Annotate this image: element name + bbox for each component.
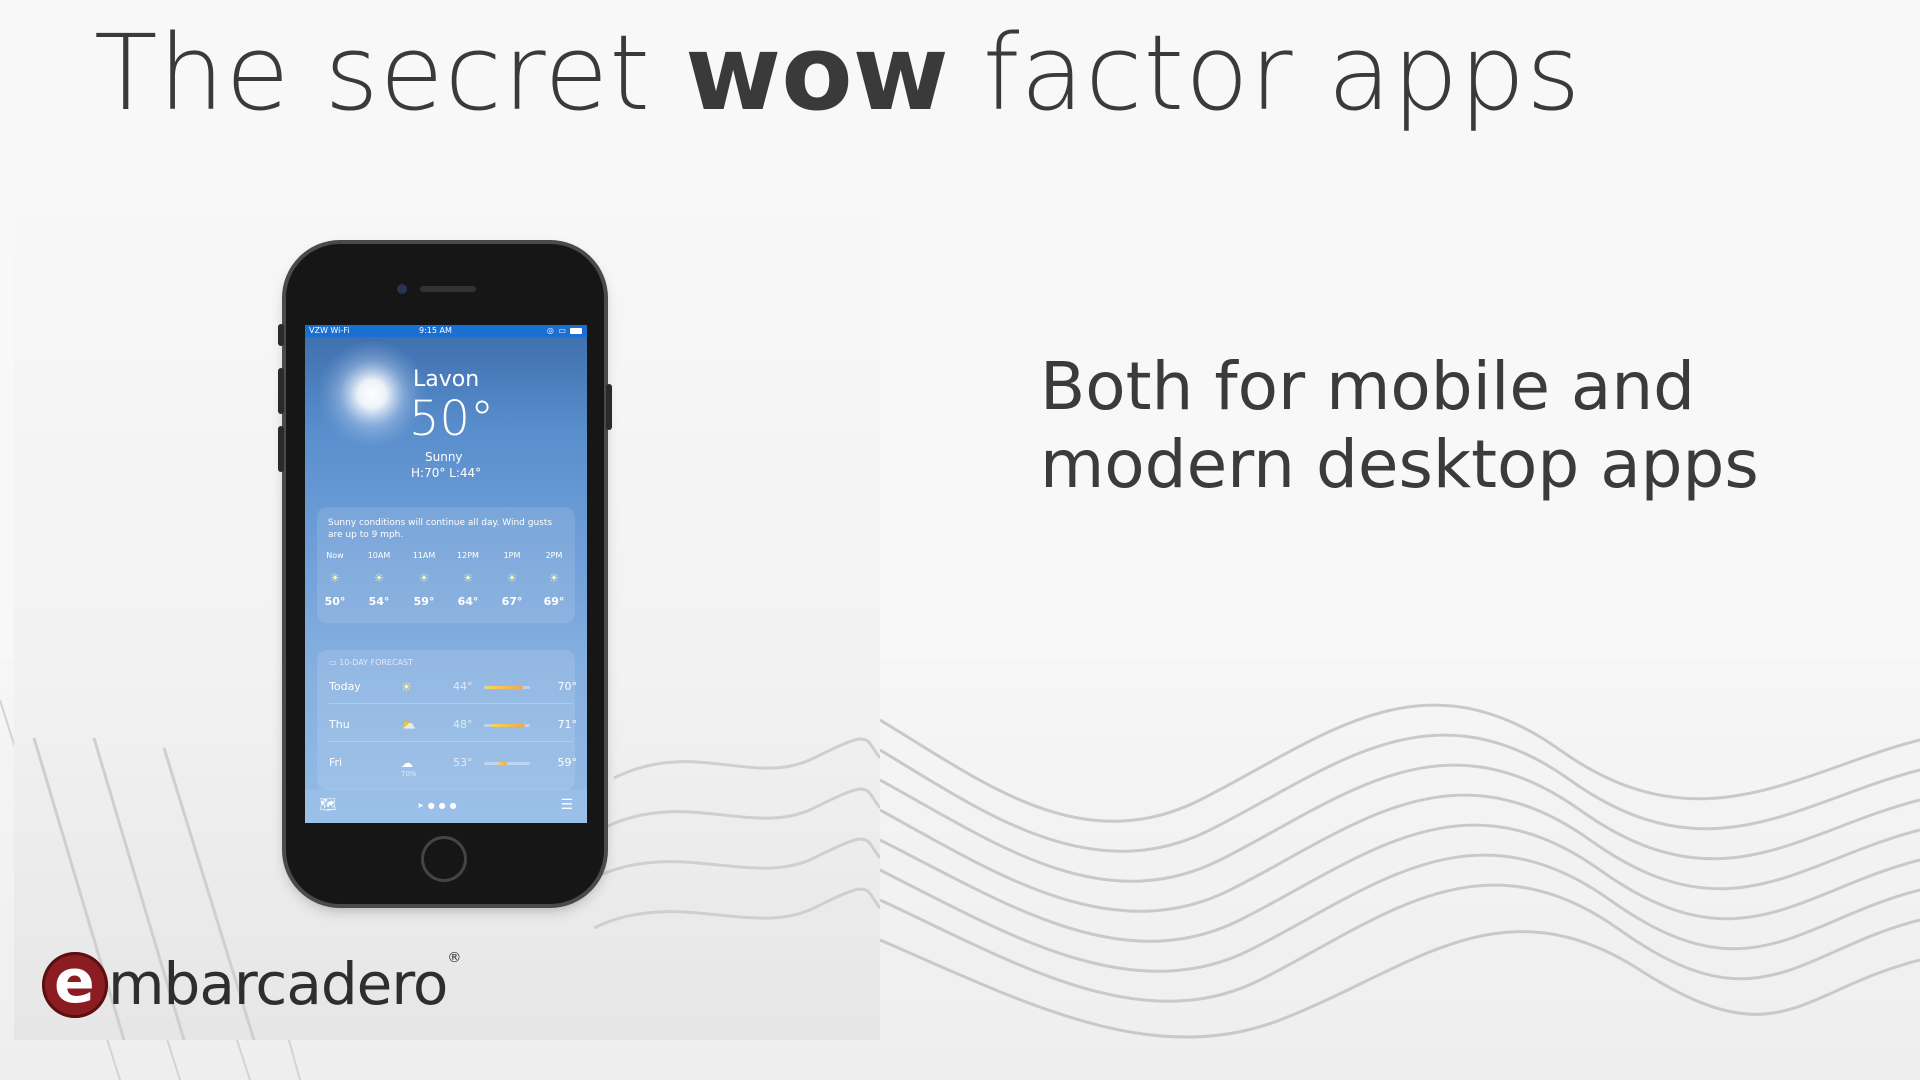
volume-down-button <box>278 426 284 472</box>
power-button <box>606 384 612 430</box>
mute-switch <box>278 324 284 346</box>
temp-range-bar <box>484 762 530 765</box>
high-low-label: H:70° L:44° <box>411 466 482 480</box>
hour-temp: 54° <box>368 595 390 608</box>
front-camera <box>397 284 407 294</box>
hour-temp: 50° <box>324 595 346 608</box>
city-name: Lavon <box>413 367 480 392</box>
forecast-day: Today <box>329 680 361 693</box>
weather-app-screen: VZW Wi-Fi 9:15 AM ◎ ▭ Lavon 50° Sunny H:… <box>305 325 587 823</box>
temp-range-fill <box>490 724 526 727</box>
hour-label: Now <box>326 551 344 560</box>
page-indicator[interactable]: ➤●●● <box>417 801 461 810</box>
status-time: 9:15 AM <box>419 326 452 335</box>
partly-cloudy-icon: ⛅ <box>401 718 416 732</box>
subtitle-line-1: Both for mobile and <box>1040 348 1696 425</box>
logo-wordmark: mbarcadero® <box>108 950 461 1018</box>
hour-temp: 64° <box>457 595 479 608</box>
hour-temp: 67° <box>501 595 523 608</box>
subtitle-line-2: modern desktop apps <box>1040 426 1759 503</box>
registered-mark: ® <box>447 950 461 966</box>
weather-summary: Sunny conditions will continue all day. … <box>328 518 553 540</box>
forecast-day: Thu <box>329 718 350 731</box>
hour-label: 1PM <box>503 551 521 560</box>
iphone-mockup: VZW Wi-Fi 9:15 AM ◎ ▭ Lavon 50° Sunny H:… <box>278 244 612 904</box>
precip-chance: 70% <box>401 770 417 778</box>
forecast-row: Thu ⛅ 48° 71° <box>329 718 577 742</box>
slide-title: The secret wow factor apps <box>94 12 1581 134</box>
cloud-icon: ☁ <box>401 756 413 770</box>
forecast-high: 70° <box>557 680 578 693</box>
temp-range-fill <box>486 686 524 689</box>
sun-icon: ☀ <box>548 571 560 585</box>
sun-icon: ☀ <box>506 571 518 585</box>
forecast-title: ▭ 10-DAY FORECAST <box>329 658 414 667</box>
home-button[interactable] <box>421 836 467 882</box>
forecast-low: 44° <box>453 680 473 693</box>
forecast-high: 59° <box>557 756 578 769</box>
forecast-divider <box>329 703 573 704</box>
carrier-label: VZW Wi-Fi <box>309 326 350 335</box>
condition-label: Sunny <box>425 450 463 464</box>
hour-label: 11AM <box>412 551 436 560</box>
status-icons: ◎ ▭ <box>546 326 567 335</box>
forecast-high: 71° <box>557 718 578 731</box>
forecast-day: Fri <box>329 756 343 769</box>
logo-text: mbarcadero <box>108 950 448 1018</box>
map-icon[interactable]: 🗺 <box>319 797 337 813</box>
hour-temp: 59° <box>413 595 435 608</box>
forecast-row: Fri ☁ 70% 53° 59° <box>329 756 577 780</box>
forecast-row: Today ☀ 44° 70° <box>329 680 577 704</box>
app-bottom-bar: 🗺 ➤●●● ☰ <box>305 789 587 823</box>
sun-icon: ☀ <box>373 571 385 585</box>
temp-range-bar <box>484 724 530 727</box>
sun-icon: ☀ <box>462 571 474 585</box>
sun-icon: ☀ <box>401 680 412 694</box>
title-suffix: factor apps <box>948 12 1582 134</box>
earpiece-speaker <box>420 286 476 292</box>
hourly-forecast: Now ☀ 50° 10AM ☀ 54° 11AM ☀ 59° 12PM ☀ 6… <box>321 551 587 621</box>
hour-label: 2PM <box>545 551 563 560</box>
volume-up-button <box>278 368 284 414</box>
temp-range-fill <box>497 762 507 765</box>
forecast-low: 48° <box>453 718 473 731</box>
title-emphasis: wow <box>685 12 949 134</box>
status-bar: VZW Wi-Fi 9:15 AM ◎ ▭ <box>305 325 587 337</box>
hour-label: 10AM <box>367 551 391 560</box>
list-icon[interactable]: ☰ <box>560 797 573 813</box>
temp-range-bar <box>484 686 530 689</box>
forecast-low: 53° <box>453 756 473 769</box>
title-prefix: The secret <box>94 12 686 134</box>
hour-label: 12PM <box>457 551 479 560</box>
hour-temp: 69° <box>543 595 565 608</box>
battery-icon <box>570 328 582 334</box>
slide: The secret wow factor apps Both for mobi… <box>0 0 1920 1080</box>
subtitle: Both for mobile and modern desktop apps <box>1040 348 1860 504</box>
forecast-divider <box>329 741 573 742</box>
logo-e-badge: e <box>42 952 108 1018</box>
sun-icon: ☀ <box>418 571 430 585</box>
forecast-title-text: 10-DAY FORECAST <box>339 658 414 667</box>
sun-icon: ☀ <box>329 571 341 585</box>
logo-e-letter: e <box>54 947 95 1017</box>
current-temperature: 50° <box>409 391 495 447</box>
